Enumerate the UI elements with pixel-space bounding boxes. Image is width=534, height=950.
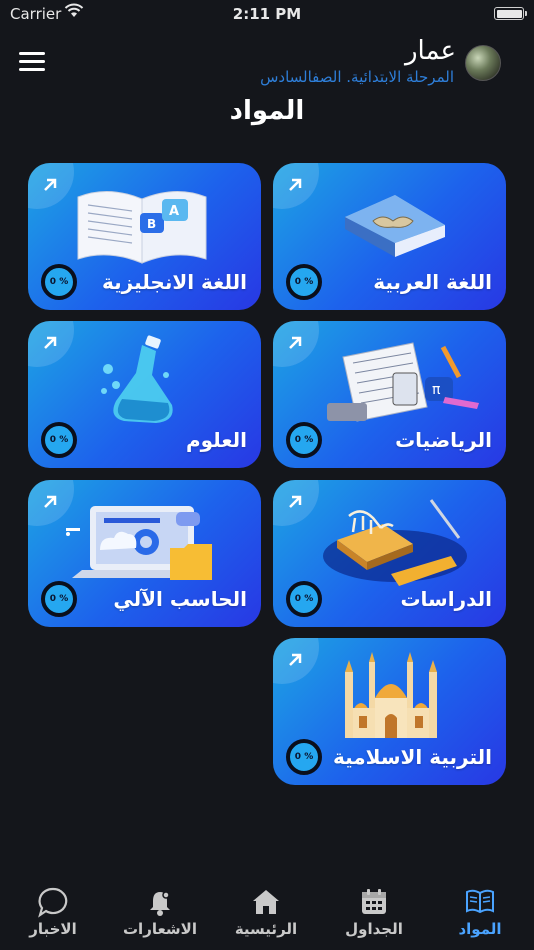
progress-badge: % 0 — [286, 581, 322, 617]
user-name: عمار — [404, 36, 456, 66]
menu-line-icon — [19, 60, 45, 63]
status-bar: Carrier 2:11 PM — [0, 0, 534, 28]
subject-label: الدراسات — [400, 587, 492, 611]
arrow-up-right-icon[interactable] — [285, 492, 305, 512]
nav-item-notifications[interactable]: الاشعارات — [110, 880, 210, 950]
user-grade: المرحلة الابتدائية. الصفالسادس — [260, 68, 454, 86]
arabic-book-icon — [345, 195, 445, 257]
arrow-up-right-icon[interactable] — [40, 492, 60, 512]
subject-card-math[interactable]: π الرياضيات % 0 — [273, 321, 506, 468]
clock: 2:11 PM — [232, 5, 302, 23]
progress-badge: % 0 — [41, 422, 77, 458]
subject-card-arabic[interactable]: اللغة العربية % 0 — [273, 163, 506, 310]
mosque-icon — [345, 652, 437, 738]
progress-badge: % 0 — [41, 264, 77, 300]
subject-card-computer[interactable]: الحاسب الآلي % 0 — [28, 480, 261, 627]
subject-label: اللغة الانجليزية — [102, 270, 247, 294]
bell-icon — [150, 891, 170, 916]
arrow-up-right-icon[interactable] — [285, 175, 305, 195]
calendar-icon — [362, 889, 386, 914]
subject-card-islamic[interactable]: التربية الاسلامية % 0 — [273, 638, 506, 785]
flask-icon — [101, 335, 173, 423]
arrow-up-right-icon[interactable] — [285, 333, 305, 353]
nav-label: الاخبار — [29, 920, 77, 938]
subject-label: الرياضيات — [395, 428, 492, 452]
subject-card-science[interactable]: العلوم % 0 — [28, 321, 261, 468]
page-title: المواد — [229, 96, 305, 126]
avatar[interactable] — [465, 45, 501, 81]
arrow-up-right-icon[interactable] — [285, 650, 305, 670]
svg-text:B: B — [147, 217, 156, 231]
subject-card-english[interactable]: B A اللغة الانجليزية % 0 — [28, 163, 261, 310]
book-icon — [466, 889, 494, 914]
subject-card-social-studies[interactable]: الدراسات % 0 — [273, 480, 506, 627]
dinosaur-fossil-icon — [323, 499, 467, 586]
progress-badge: % 0 — [41, 581, 77, 617]
home-icon — [253, 890, 279, 914]
chat-bubble-icon — [38, 887, 68, 918]
battery-icon — [494, 7, 527, 20]
nav-item-home[interactable]: الرئيسية — [216, 880, 316, 950]
subject-label: اللغة العربية — [373, 270, 492, 294]
progress-badge: % 0 — [286, 264, 322, 300]
progress-badge: % 0 — [286, 739, 322, 775]
menu-line-icon — [19, 68, 45, 71]
subject-label: الحاسب الآلي — [113, 587, 247, 611]
nav-label: المواد — [458, 920, 502, 938]
subject-label: العلوم — [185, 428, 247, 452]
nav-label: الجداول — [345, 920, 403, 938]
bottom-nav: المواد الجداول الرئيسية الاشعارات الاخبا… — [0, 880, 534, 950]
arrow-up-right-icon[interactable] — [40, 333, 60, 353]
nav-item-schedules[interactable]: الجداول — [324, 880, 424, 950]
nav-item-subjects[interactable]: المواد — [430, 880, 530, 950]
math-tools-icon: π — [327, 342, 479, 422]
nav-label: الرئيسية — [234, 920, 298, 938]
english-book-icon: B A — [77, 190, 207, 264]
computer-icon — [66, 506, 212, 580]
svg-text:π: π — [432, 382, 441, 398]
nav-item-news[interactable]: الاخبار — [3, 880, 103, 950]
subject-label: التربية الاسلامية — [332, 745, 492, 769]
menu-line-icon — [19, 52, 45, 55]
nav-label: الاشعارات — [122, 920, 197, 938]
arrow-up-right-icon[interactable] — [40, 175, 60, 195]
progress-badge: % 0 — [286, 422, 322, 458]
hamburger-menu-button[interactable] — [19, 52, 45, 72]
svg-text:A: A — [169, 204, 179, 219]
